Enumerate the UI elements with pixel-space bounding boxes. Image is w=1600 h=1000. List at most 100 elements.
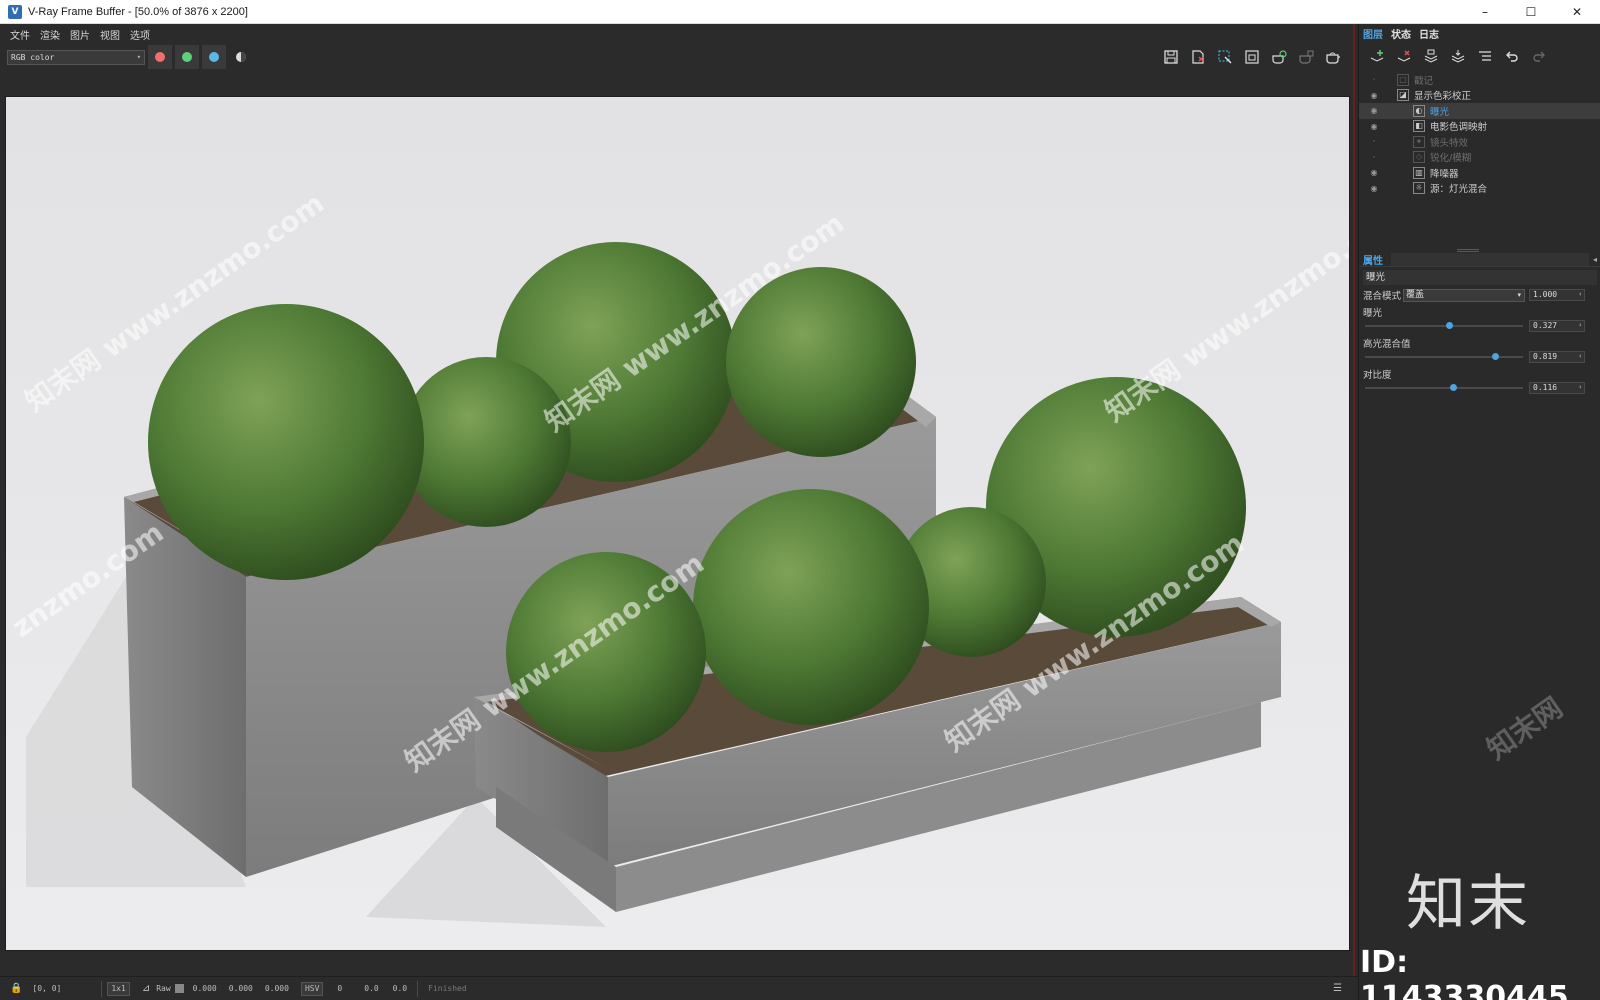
slider-handle[interactable] bbox=[1491, 353, 1499, 360]
blend-mode-select[interactable]: 覆盖 ▾ bbox=[1403, 288, 1526, 302]
blue-channel-button[interactable] bbox=[202, 45, 226, 69]
divider bbox=[101, 980, 103, 997]
eye-icon[interactable]: ◉ bbox=[1365, 168, 1383, 177]
maximize-button[interactable]: ☐ bbox=[1508, 0, 1554, 24]
menu-file[interactable]: 文件 bbox=[10, 27, 30, 42]
load-layers-button[interactable] bbox=[1448, 47, 1468, 67]
undo-icon bbox=[1506, 51, 1518, 62]
zoom-select[interactable]: 1x1 bbox=[107, 981, 130, 996]
green-channel-button[interactable] bbox=[175, 45, 199, 69]
tab-stats[interactable]: 状态 bbox=[1391, 26, 1411, 41]
red-channel-button[interactable] bbox=[148, 45, 172, 69]
clear-image-button[interactable] bbox=[1187, 46, 1209, 68]
spinner-icon[interactable]: ⬍ bbox=[1578, 321, 1582, 331]
slider-value-field[interactable]: 0.819 ⬍ bbox=[1529, 351, 1585, 363]
spinner-icon[interactable]: ⬍ bbox=[1578, 383, 1582, 393]
slider-handle[interactable] bbox=[1445, 322, 1453, 329]
eye-hidden-icon[interactable]: · bbox=[1365, 137, 1383, 146]
slider-track[interactable] bbox=[1365, 325, 1523, 327]
green-value: 0.000 bbox=[228, 984, 253, 993]
layer-list-button[interactable] bbox=[1475, 47, 1495, 67]
tab-log[interactable]: 日志 bbox=[1419, 26, 1439, 41]
layer-row[interactable]: · ✦ 镜头特效 bbox=[1359, 134, 1600, 150]
color-space-select[interactable]: HSV bbox=[300, 981, 324, 996]
spinner-icon[interactable]: ⬍ bbox=[1578, 352, 1582, 362]
layer-label: 曝光 bbox=[1430, 106, 1450, 118]
slider-handle[interactable] bbox=[1450, 384, 1458, 391]
slider-value-field[interactable]: 0.327 ⬍ bbox=[1529, 320, 1585, 332]
slider-list: 曝光 0.327 ⬍ 高光混合值 0.819 ⬍ 对比度 0.116 ⬍ bbox=[1359, 305, 1600, 395]
slider-value: 0.327 bbox=[1533, 321, 1558, 330]
render-viewport[interactable]: 知末网 www.znzmo.com 知末网 www.znzmo.com 知末网 … bbox=[5, 96, 1350, 951]
eye-icon[interactable]: ◉ bbox=[1365, 184, 1383, 193]
render-status: Finished bbox=[428, 984, 467, 993]
slider-value-field[interactable]: 0.116 ⬍ bbox=[1529, 382, 1585, 394]
pin-icon[interactable]: ◂ bbox=[1593, 255, 1597, 264]
toolbar-right bbox=[1155, 46, 1344, 68]
layer-label: 显示色彩校正 bbox=[1414, 91, 1472, 103]
layer-row[interactable]: ◉ ◧ 电影色调映射 bbox=[1359, 119, 1600, 135]
layers-panel: 图层 状态 日志 · □ 戳记 ◉ ◪ 显示色彩校正 ◉ ◐ 曝光 ◉ ◧ 电影色调映射 · ✦ 镜头特效 ·… bbox=[1358, 24, 1600, 1000]
redo-button[interactable] bbox=[1529, 47, 1549, 67]
eye-hidden-icon[interactable]: · bbox=[1365, 153, 1383, 162]
layer-label: 降噪器 bbox=[1430, 168, 1459, 180]
layer-name-field[interactable]: 曝光 bbox=[1363, 270, 1597, 285]
slider-track[interactable] bbox=[1365, 356, 1523, 358]
spinner-icon[interactable]: ⬍ bbox=[1578, 290, 1582, 300]
toolbar: RGB color ▾ bbox=[0, 44, 1358, 70]
lock-icon[interactable]: 🔒 bbox=[10, 983, 22, 994]
menu-bar: 文件 渲染 图片 视图 选项 bbox=[0, 24, 1358, 44]
tab-layers[interactable]: 图层 bbox=[1363, 26, 1383, 41]
slider-label: 对比度 bbox=[1363, 370, 1392, 381]
close-button[interactable]: ✕ bbox=[1554, 0, 1600, 24]
teapot-icon bbox=[1326, 52, 1340, 64]
render-last-button[interactable] bbox=[1268, 46, 1290, 68]
menu-image[interactable]: 图片 bbox=[70, 27, 90, 42]
layer-row[interactable]: ◉ ▥ 降噪器 bbox=[1359, 165, 1600, 181]
save-layers-button[interactable] bbox=[1421, 47, 1441, 67]
monochrome-icon bbox=[236, 52, 246, 62]
minimize-button[interactable]: – bbox=[1462, 0, 1508, 24]
save-image-button[interactable] bbox=[1160, 46, 1182, 68]
teapot-refresh-icon bbox=[1272, 50, 1287, 64]
chevron-down-icon: ▾ bbox=[1517, 290, 1522, 299]
eye-hidden-icon[interactable]: · bbox=[1365, 75, 1383, 84]
track-mouse-button[interactable] bbox=[1214, 46, 1236, 68]
red-value: 0.000 bbox=[192, 984, 217, 993]
properties-header-bar bbox=[1391, 252, 1589, 266]
monochrome-button[interactable] bbox=[231, 47, 251, 67]
stop-render-button[interactable] bbox=[1295, 46, 1317, 68]
menu-options[interactable]: 选项 bbox=[130, 27, 150, 42]
panel-toggle-icon[interactable]: ☰ bbox=[1333, 983, 1342, 994]
layer-type-icon: □ bbox=[1397, 73, 1409, 86]
title-bar: V V-Ray Frame Buffer - [50.0% of 3876 x … bbox=[0, 0, 1600, 24]
eye-icon[interactable]: ◉ bbox=[1365, 122, 1383, 131]
layer-label: 电影色调映射 bbox=[1430, 122, 1488, 134]
color-swatch bbox=[174, 984, 184, 993]
znzmo-logo: 知末 bbox=[1406, 869, 1530, 939]
layer-row[interactable]: · ◇ 锐化/模糊 bbox=[1359, 150, 1600, 166]
undo-button[interactable] bbox=[1502, 47, 1522, 67]
layer-row[interactable]: · □ 戳记 bbox=[1359, 72, 1600, 88]
teapot-stop-icon bbox=[1299, 50, 1314, 64]
menu-render[interactable]: 渲染 bbox=[40, 27, 60, 42]
start-render-button[interactable] bbox=[1322, 46, 1344, 68]
blend-amount-field[interactable]: 1.000 ⬍ bbox=[1529, 289, 1585, 301]
eye-icon[interactable]: ◉ bbox=[1365, 91, 1383, 100]
layer-row[interactable]: ◉ ◪ 显示色彩校正 bbox=[1359, 88, 1600, 104]
channel-select[interactable]: RGB color ▾ bbox=[7, 49, 145, 65]
menu-view[interactable]: 视图 bbox=[100, 27, 120, 42]
slider-track[interactable] bbox=[1365, 387, 1523, 389]
layer-row[interactable]: ◉ ☼ 源：灯光混合 bbox=[1359, 181, 1600, 197]
add-layer-button[interactable] bbox=[1367, 47, 1387, 67]
slider-row: 0.327 ⬍ bbox=[1359, 319, 1600, 333]
window-controls: – ☐ ✕ bbox=[1462, 0, 1600, 24]
eye-icon[interactable]: ◉ bbox=[1365, 106, 1383, 115]
layer-type-icon: ◪ bbox=[1397, 89, 1409, 102]
layer-row[interactable]: ◉ ◐ 曝光 bbox=[1359, 103, 1600, 119]
color-picker-icon[interactable]: ⊿ bbox=[142, 983, 150, 994]
delete-layer-button[interactable] bbox=[1394, 47, 1414, 67]
region-render-button[interactable] bbox=[1241, 46, 1263, 68]
slider-label: 曝光 bbox=[1363, 308, 1383, 319]
list-icon bbox=[1479, 51, 1491, 61]
